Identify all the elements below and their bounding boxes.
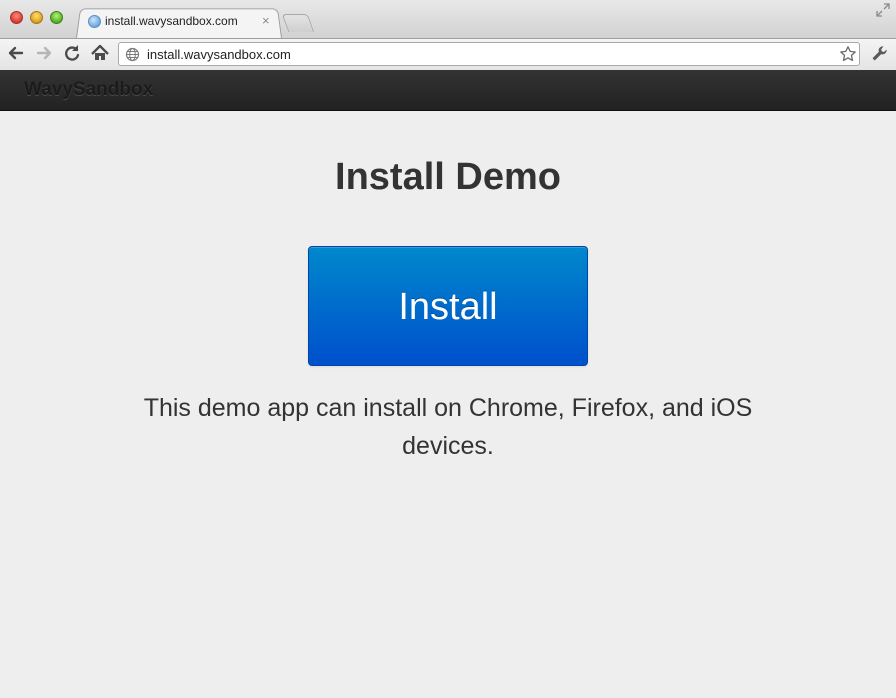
new-tab-button[interactable] — [281, 14, 315, 32]
install-button-label: Install — [398, 286, 498, 328]
install-button[interactable]: Install — [308, 246, 588, 366]
url-text[interactable]: install.wavysandbox.com — [147, 47, 291, 62]
page-title: Install Demo — [335, 156, 561, 198]
zoom-window-icon[interactable] — [50, 11, 63, 24]
description-text: This demo app can install on Chrome, Fir… — [143, 394, 753, 460]
tab-content[interactable]: install.wavysandbox.com × — [86, 12, 276, 34]
site-navbar: WavySandbox — [0, 70, 896, 111]
forward-icon[interactable] — [33, 42, 55, 64]
star-icon[interactable] — [839, 45, 857, 63]
reload-icon[interactable] — [61, 42, 83, 64]
tab-close-icon[interactable]: × — [262, 13, 270, 28]
tab-title: install.wavysandbox.com — [105, 14, 238, 28]
wrench-icon[interactable] — [870, 44, 890, 64]
globe-favicon-icon — [88, 15, 101, 28]
fullscreen-icon[interactable] — [876, 3, 890, 17]
close-window-icon[interactable] — [10, 11, 23, 24]
browser-titlebar: install.wavysandbox.com × — [0, 0, 896, 38]
minimize-window-icon[interactable] — [30, 11, 43, 24]
brand-link[interactable]: WavySandbox — [24, 79, 153, 101]
browser-toolbar: install.wavysandbox.com — [0, 38, 896, 70]
globe-icon — [125, 47, 140, 62]
home-icon[interactable] — [89, 42, 111, 64]
back-icon[interactable] — [5, 42, 27, 64]
address-bar[interactable]: install.wavysandbox.com — [118, 42, 860, 66]
